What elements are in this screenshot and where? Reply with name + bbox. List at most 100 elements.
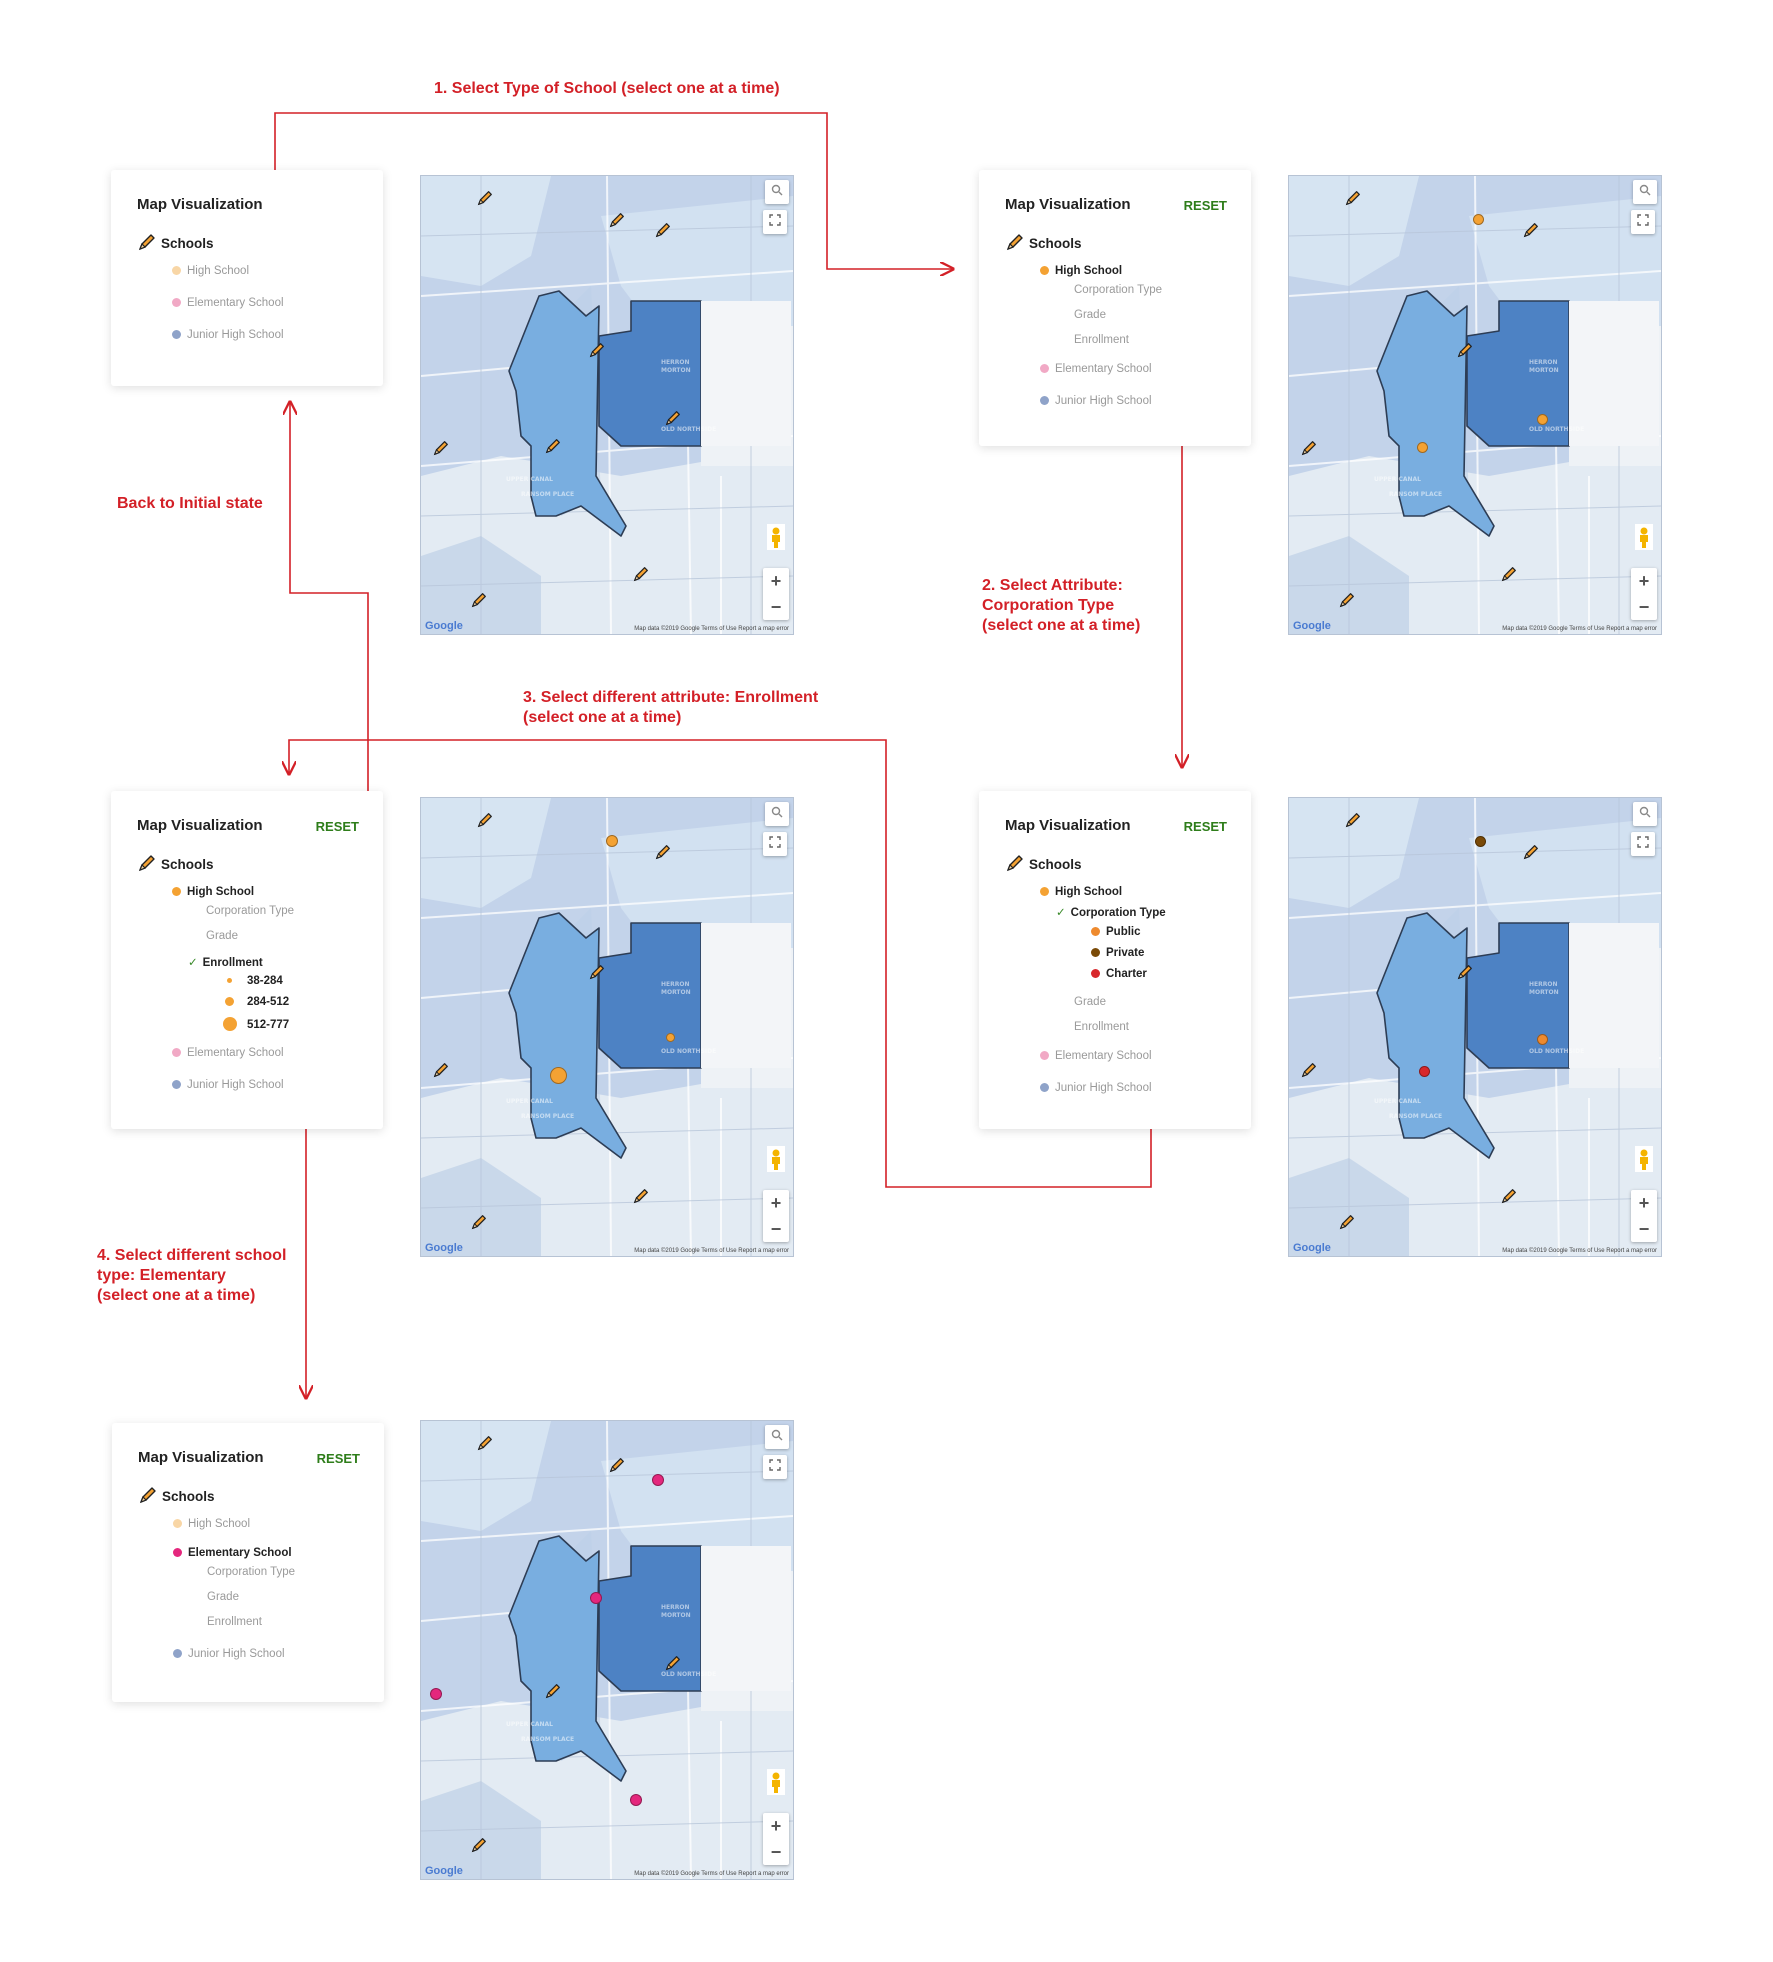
legend-high-school[interactable]: High School — [1040, 886, 1122, 898]
attr-corporation-type[interactable]: Corporation Type — [206, 905, 294, 917]
map-search-icon[interactable] — [1633, 802, 1657, 826]
map-search-icon[interactable] — [765, 802, 789, 826]
school-pencil-marker[interactable] — [654, 843, 672, 861]
school-pencil-marker[interactable] — [608, 1456, 626, 1474]
school-pencil-marker[interactable] — [1300, 1061, 1318, 1079]
schools-layer[interactable]: Schools — [1005, 853, 1082, 873]
schools-layer[interactable]: Schools — [137, 232, 214, 252]
school-pencil-marker[interactable] — [470, 1836, 488, 1854]
high-school-enrollment-marker[interactable] — [549, 1066, 567, 1084]
street-view-pegman-icon[interactable] — [767, 1769, 785, 1795]
elementary-school-marker[interactable] — [630, 1794, 642, 1806]
legend-junior-high-school[interactable]: Junior High School — [1040, 395, 1152, 407]
attr-enrollment[interactable]: Enrollment — [1074, 334, 1129, 346]
street-view-pegman-icon[interactable] — [767, 1146, 785, 1172]
school-pencil-marker[interactable] — [476, 1434, 494, 1452]
school-pencil-marker[interactable] — [1344, 189, 1362, 207]
zoom-out-button[interactable]: − — [1631, 594, 1657, 620]
school-pencil-marker[interactable] — [432, 1061, 450, 1079]
reset-button[interactable]: RESET — [317, 1451, 360, 1466]
schools-layer[interactable]: Schools — [137, 853, 214, 873]
school-pencil-marker[interactable] — [654, 221, 672, 239]
attr-enrollment[interactable]: ✓ Enrollment — [188, 955, 263, 969]
school-pencil-marker[interactable] — [632, 1187, 650, 1205]
elementary-school-marker[interactable] — [590, 1592, 602, 1604]
zoom-out-button[interactable]: − — [763, 1216, 789, 1242]
zoom-out-button[interactable]: − — [1631, 1216, 1657, 1242]
elementary-school-marker[interactable] — [430, 1688, 442, 1700]
legend-junior-high-school[interactable]: Junior High School — [1040, 1082, 1152, 1094]
zoom-in-button[interactable]: + — [763, 1190, 789, 1216]
legend-high-school[interactable]: High School — [1040, 265, 1122, 277]
reset-button[interactable]: RESET — [1184, 198, 1227, 213]
school-pencil-marker[interactable] — [470, 1213, 488, 1231]
elementary-school-marker[interactable] — [652, 1474, 664, 1486]
legend-junior-high-school[interactable]: Junior High School — [172, 1079, 284, 1091]
attr-enrollment[interactable]: Enrollment — [1074, 1021, 1129, 1033]
school-pencil-marker[interactable] — [1522, 221, 1540, 239]
high-school-marker[interactable] — [1536, 413, 1548, 425]
school-pencil-marker[interactable] — [588, 963, 606, 981]
attr-grade[interactable]: Grade — [206, 930, 238, 942]
private-school-marker[interactable] — [1474, 835, 1486, 847]
zoom-in-button[interactable]: + — [1631, 1190, 1657, 1216]
legend-junior-high-school[interactable]: Junior High School — [172, 329, 284, 341]
reset-button[interactable]: RESET — [316, 819, 359, 834]
public-school-marker[interactable] — [1536, 1033, 1548, 1045]
school-pencil-marker[interactable] — [544, 1682, 562, 1700]
fullscreen-icon[interactable] — [763, 1455, 787, 1479]
school-pencil-marker[interactable] — [664, 1654, 682, 1672]
fullscreen-icon[interactable] — [1631, 210, 1655, 234]
map-search-icon[interactable] — [765, 180, 789, 204]
high-school-marker[interactable] — [1416, 441, 1428, 453]
attr-corporation-type[interactable]: Corporation Type — [207, 1566, 295, 1578]
fullscreen-icon[interactable] — [763, 832, 787, 856]
legend-high-school[interactable]: High School — [172, 886, 254, 898]
legend-elementary-school[interactable]: Elementary School — [173, 1547, 292, 1559]
high-school-enrollment-marker[interactable] — [665, 1032, 675, 1042]
fullscreen-icon[interactable] — [1631, 832, 1655, 856]
zoom-out-button[interactable]: − — [763, 1839, 789, 1865]
high-school-marker[interactable] — [1472, 213, 1484, 225]
school-pencil-marker[interactable] — [1344, 811, 1362, 829]
school-pencil-marker[interactable] — [476, 811, 494, 829]
legend-elementary-school[interactable]: Elementary School — [1040, 1050, 1152, 1062]
street-view-pegman-icon[interactable] — [1635, 524, 1653, 550]
school-pencil-marker[interactable] — [588, 341, 606, 359]
school-pencil-marker[interactable] — [432, 439, 450, 457]
legend-high-school[interactable]: High School — [173, 1518, 250, 1530]
zoom-in-button[interactable]: + — [763, 1813, 789, 1839]
street-view-pegman-icon[interactable] — [1635, 1146, 1653, 1172]
school-pencil-marker[interactable] — [1500, 1187, 1518, 1205]
attr-grade[interactable]: Grade — [207, 1591, 239, 1603]
school-pencil-marker[interactable] — [664, 409, 682, 427]
legend-elementary-school[interactable]: Elementary School — [172, 297, 284, 309]
legend-high-school[interactable]: High School — [172, 265, 249, 277]
attr-corporation-type[interactable]: ✓ Corporation Type — [1056, 905, 1166, 919]
school-pencil-marker[interactable] — [1338, 1213, 1356, 1231]
school-pencil-marker[interactable] — [1300, 439, 1318, 457]
legend-elementary-school[interactable]: Elementary School — [172, 1047, 284, 1059]
school-pencil-marker[interactable] — [1500, 565, 1518, 583]
map-view-elementary[interactable]: HERRON MORTON OLD NORTHSIDE UPPER CANAL RA… — [420, 1420, 794, 1880]
attr-grade[interactable]: Grade — [1074, 996, 1106, 1008]
zoom-out-button[interactable]: − — [763, 594, 789, 620]
zoom-in-button[interactable]: + — [1631, 568, 1657, 594]
school-pencil-marker[interactable] — [1522, 843, 1540, 861]
school-pencil-marker[interactable] — [470, 591, 488, 609]
charter-school-marker[interactable] — [1418, 1065, 1430, 1077]
fullscreen-icon[interactable] — [763, 210, 787, 234]
school-pencil-marker[interactable] — [632, 565, 650, 583]
high-school-enrollment-marker[interactable] — [606, 835, 618, 847]
legend-junior-high-school[interactable]: Junior High School — [173, 1648, 285, 1660]
schools-layer[interactable]: Schools — [1005, 232, 1082, 252]
map-view-initial[interactable]: HERRON MORTON OLD NORTHSIDE UPPER CANAL RA… — [420, 175, 794, 635]
map-view-corporation-type[interactable]: HERRON MORTON OLD NORTHSIDE UPPER CANAL RA… — [1288, 797, 1662, 1257]
map-search-icon[interactable] — [765, 1425, 789, 1449]
attr-enrollment[interactable]: Enrollment — [207, 1616, 262, 1628]
attr-grade[interactable]: Grade — [1074, 309, 1106, 321]
school-pencil-marker[interactable] — [544, 437, 562, 455]
schools-layer[interactable]: Schools — [138, 1485, 215, 1505]
map-view-enrollment[interactable]: HERRON MORTON OLD NORTHSIDE UPPER CANAL RA… — [420, 797, 794, 1257]
school-pencil-marker[interactable] — [1456, 341, 1474, 359]
